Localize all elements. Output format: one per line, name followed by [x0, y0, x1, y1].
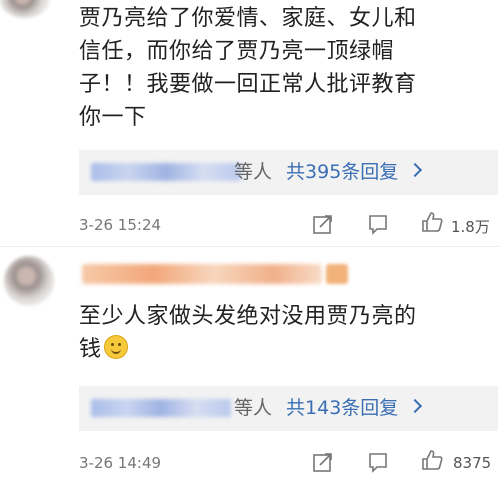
avatar[interactable] — [4, 256, 54, 306]
smile-emoji-icon — [103, 335, 128, 359]
comment-item: 至少人家做头发绝对没用贾乃亮的 钱 等人 共143条回复 3-26 14:49 8… — [0, 248, 500, 485]
comment-text: 贾乃亮给了你爱情、家庭、女儿和 信任，而你给了贾乃亮一顶绿帽 子！！我要做一回正… — [79, 2, 417, 134]
reply-summary: 等人 共143条回复 — [234, 395, 423, 421]
reply-who: 等人 — [234, 397, 273, 419]
reply-count-link[interactable]: 共143条回复 — [286, 397, 398, 419]
divider — [0, 246, 500, 247]
like-thumb-icon[interactable] — [421, 211, 443, 233]
comment-line: 至少人家做头发绝对没用贾乃亮的 — [79, 304, 417, 329]
reply-preview[interactable]: 等人 共143条回复 — [79, 386, 498, 431]
comment-line: 贾乃亮给了你爱情、家庭、女儿和 — [79, 6, 417, 31]
like-count: 8375 — [453, 454, 492, 472]
reply-user-names-blurred — [91, 399, 231, 417]
reply-preview[interactable]: 等人 共395条回复 — [79, 150, 498, 195]
comment-line: 信任，而你给了贾乃亮一顶绿帽 — [79, 39, 395, 64]
like-thumb-icon[interactable] — [421, 449, 443, 471]
timestamp: 3-26 14:49 — [79, 454, 162, 472]
username-blurred[interactable] — [82, 264, 322, 284]
comment-line: 你一下 — [79, 105, 147, 130]
chevron-right-icon — [408, 162, 423, 178]
reply-user-names-blurred — [91, 163, 241, 181]
user-badge-blurred — [326, 264, 348, 284]
chevron-right-icon — [408, 398, 423, 414]
avatar[interactable] — [0, 0, 50, 18]
timestamp: 3-26 15:24 — [79, 216, 162, 234]
comment-icon[interactable] — [367, 213, 389, 235]
reply-count-link[interactable]: 共395条回复 — [286, 161, 398, 183]
comment-line: 钱 — [79, 333, 417, 366]
comment-item: 贾乃亮给了你爱情、家庭、女儿和 信任，而你给了贾乃亮一顶绿帽 子！！我要做一回正… — [0, 0, 500, 240]
reply-summary: 等人 共395条回复 — [234, 159, 423, 185]
comment-text: 至少人家做头发绝对没用贾乃亮的 钱 — [79, 300, 417, 366]
reply-who: 等人 — [234, 161, 273, 183]
comment-icon[interactable] — [367, 451, 389, 473]
share-icon[interactable] — [312, 451, 334, 473]
like-count: 1.8万 — [451, 218, 490, 236]
comment-line: 子！！我要做一回正常人批评教育 — [79, 72, 417, 97]
share-icon[interactable] — [312, 213, 334, 235]
